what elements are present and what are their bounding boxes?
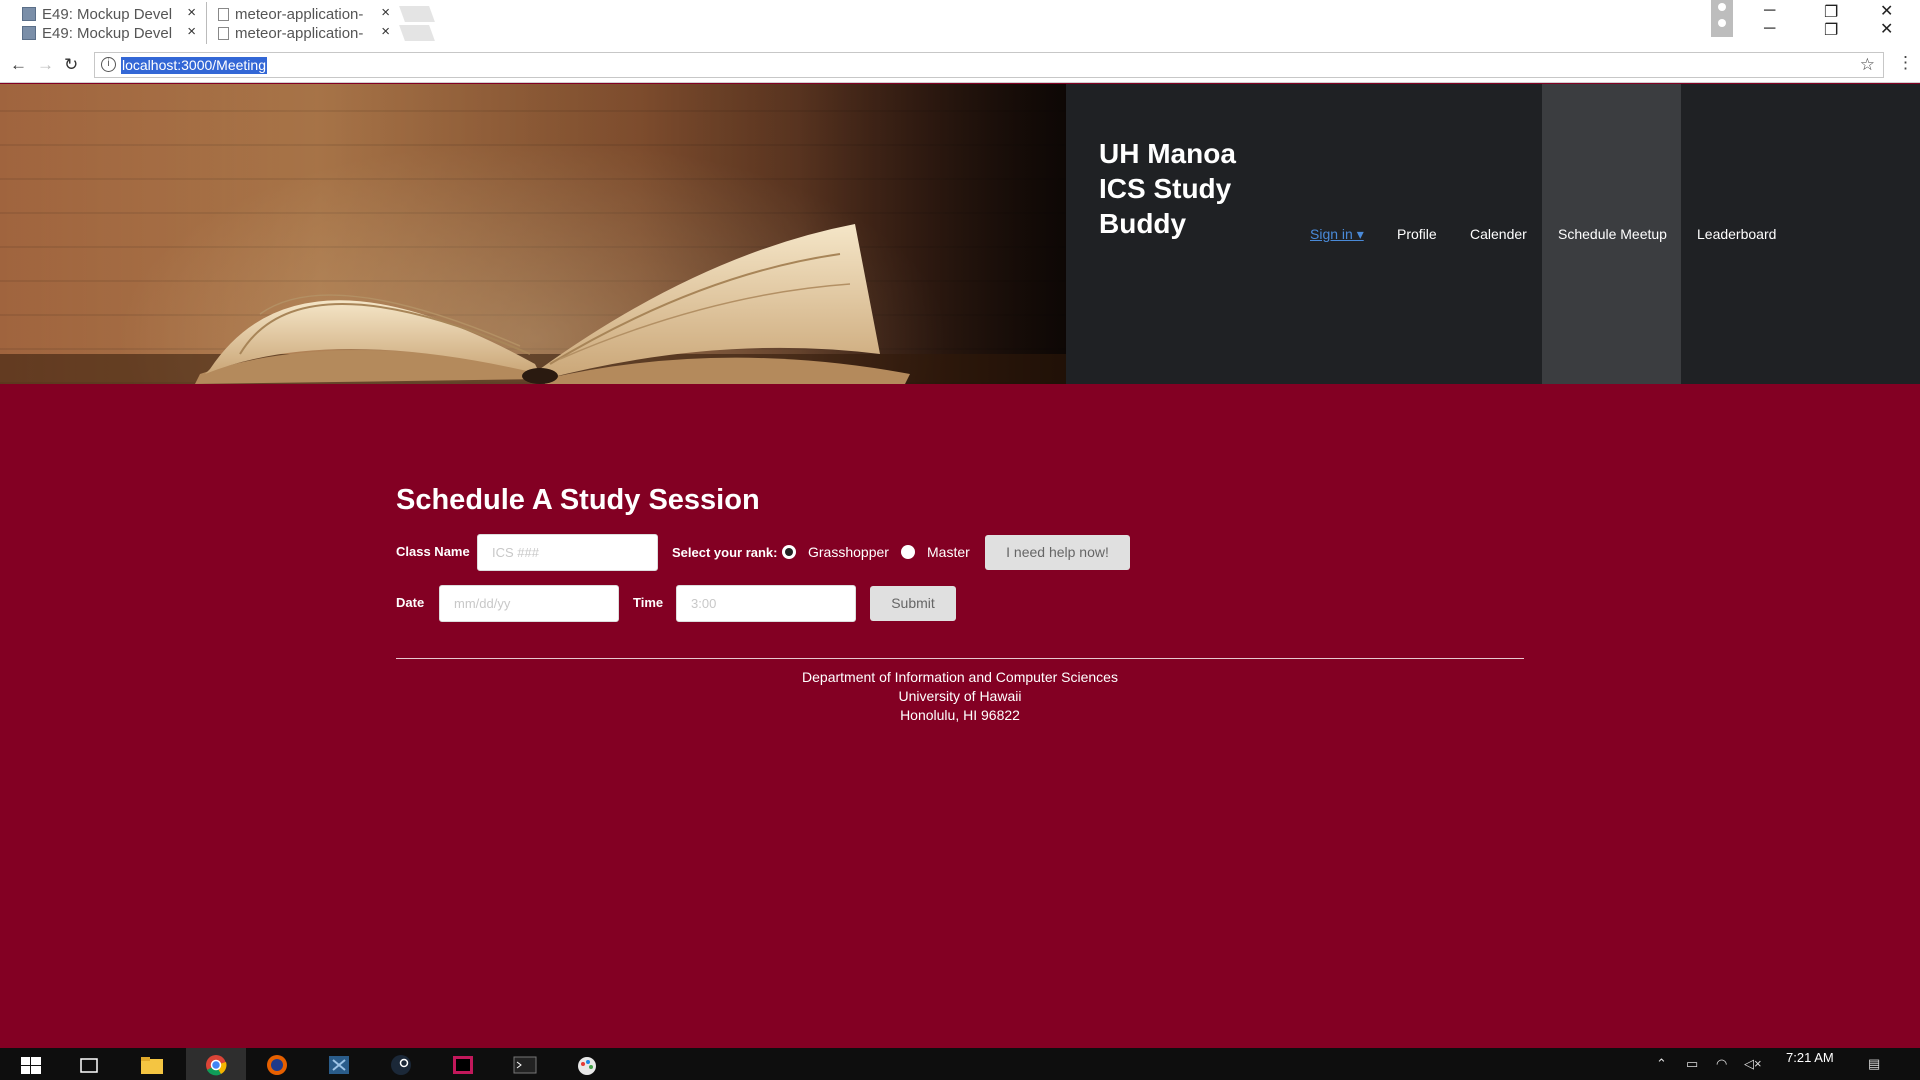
back-icon[interactable]: ←	[10, 55, 27, 75]
intellij-icon[interactable]	[450, 1054, 476, 1076]
brand-line: ICS Study	[1099, 173, 1232, 204]
page-title: Schedule A Study Session	[396, 484, 760, 516]
nav-calender[interactable]: Calender	[1470, 226, 1527, 242]
browser-toolbar: ← → ↻ i localhost:3000/Meeting ☆ ⋮	[0, 47, 1920, 83]
forward-icon[interactable]: →	[37, 55, 54, 75]
action-center-icon[interactable]: ▤	[1868, 1056, 1880, 1072]
url-text[interactable]: localhost:3000/Meeting	[121, 57, 267, 74]
submit-button[interactable]: Submit	[870, 586, 956, 621]
new-tab-button[interactable]	[399, 25, 435, 41]
close-tab-icon[interactable]: ×	[187, 23, 196, 40]
terminal-icon[interactable]	[512, 1054, 538, 1076]
header-book-image	[0, 84, 1066, 384]
file-explorer-icon[interactable]	[139, 1054, 165, 1076]
brand-line: UH Manoa	[1099, 138, 1236, 169]
document-icon	[218, 26, 229, 40]
nav-profile[interactable]: Profile	[1397, 226, 1437, 242]
taskbar-clock[interactable]: 7:21 AM	[1786, 1050, 1834, 1065]
close-tab-icon[interactable]: ×	[381, 23, 390, 40]
tab-mockup-2[interactable]: E49: Mockup Devel ×	[22, 23, 196, 43]
firefox-icon[interactable]	[264, 1054, 290, 1076]
nav-leaderboard[interactable]: Leaderboard	[1697, 226, 1776, 242]
radio-master[interactable]	[901, 545, 915, 559]
rank-label: Select your rank:	[672, 545, 778, 560]
profile-avatar-icon[interactable]	[1711, 0, 1733, 37]
info-icon[interactable]: i	[101, 57, 116, 72]
restore-icon[interactable]: ❐	[1824, 2, 1838, 22]
footer-address: Honolulu, HI 96822	[900, 707, 1020, 723]
task-view-icon[interactable]	[76, 1054, 102, 1076]
close-window-icon[interactable]: ✕	[1880, 1, 1893, 21]
tab-title: E49: Mockup Devel	[42, 5, 173, 23]
footer-divider	[396, 658, 1524, 659]
new-tab-button[interactable]	[399, 6, 435, 22]
date-label: Date	[396, 595, 425, 610]
page-icon	[22, 7, 36, 21]
radio-grasshopper[interactable]	[782, 545, 796, 559]
tab-meteor-2[interactable]: meteor-application- ×	[218, 23, 390, 43]
page-icon	[22, 26, 36, 40]
tab-mockup-1[interactable]: E49: Mockup Devel ×	[22, 4, 196, 24]
open-book-image	[0, 84, 1066, 384]
paint-icon[interactable]	[574, 1054, 600, 1076]
restore-icon[interactable]: ❐	[1824, 20, 1838, 40]
tab-title: meteor-application-	[235, 24, 364, 42]
browser-titlebar: E49: Mockup Devel × meteor-application- …	[0, 0, 1920, 47]
close-window-icon[interactable]: ✕	[1880, 19, 1893, 39]
time-label: Time	[633, 595, 664, 610]
tab-title: E49: Mockup Devel	[42, 24, 173, 42]
footer-university: University of Hawaii	[898, 688, 1022, 704]
minimize-icon[interactable]: ─	[1764, 20, 1775, 38]
close-tab-icon[interactable]: ×	[381, 4, 390, 21]
radio-master-label: Master	[927, 544, 970, 560]
radio-grasshopper-label: Grasshopper	[808, 544, 889, 560]
site-brand[interactable]: UH Manoa ICS Study Buddy	[1099, 136, 1279, 241]
star-icon[interactable]: ☆	[1860, 55, 1875, 75]
menu-icon[interactable]: ⋮	[1897, 53, 1914, 73]
time-input[interactable]: 3:00	[676, 585, 856, 622]
address-bar[interactable]: i localhost:3000/Meeting ☆	[94, 52, 1884, 78]
help-now-button[interactable]: I need help now!	[985, 535, 1130, 570]
tab-meteor-1[interactable]: meteor-application- ×	[218, 4, 390, 24]
tab-title: meteor-application-	[235, 5, 364, 23]
windows-taskbar: ⌃ ▭ ◠ ◁× 7:21 AM ▤	[0, 1048, 1920, 1080]
brand-line: Buddy	[1099, 208, 1187, 239]
tab-separator	[206, 2, 207, 44]
reload-icon[interactable]: ↻	[64, 55, 78, 75]
chrome-icon[interactable]	[203, 1054, 229, 1076]
class-name-label: Class Name	[396, 544, 470, 559]
minimize-icon[interactable]: ─	[1764, 2, 1775, 20]
nav-signin[interactable]: Sign in ▾	[1310, 226, 1364, 243]
volume-muted-icon[interactable]: ◁×	[1744, 1056, 1762, 1072]
steam-icon[interactable]	[388, 1054, 414, 1076]
document-icon	[218, 7, 229, 21]
battery-icon[interactable]: ▭	[1686, 1056, 1698, 1072]
tray-chevron-icon[interactable]: ⌃	[1656, 1056, 1667, 1072]
close-tab-icon[interactable]: ×	[187, 4, 196, 21]
windows-icon[interactable]	[18, 1054, 44, 1076]
date-input[interactable]: mm/dd/yy	[439, 585, 619, 622]
visual-studio-icon[interactable]	[326, 1054, 352, 1076]
nav-schedule-meetup[interactable]: Schedule Meetup	[1558, 226, 1667, 242]
wifi-icon[interactable]: ◠	[1716, 1056, 1727, 1072]
class-name-input[interactable]: ICS ###	[477, 534, 658, 571]
footer-department: Department of Information and Computer S…	[802, 669, 1118, 685]
